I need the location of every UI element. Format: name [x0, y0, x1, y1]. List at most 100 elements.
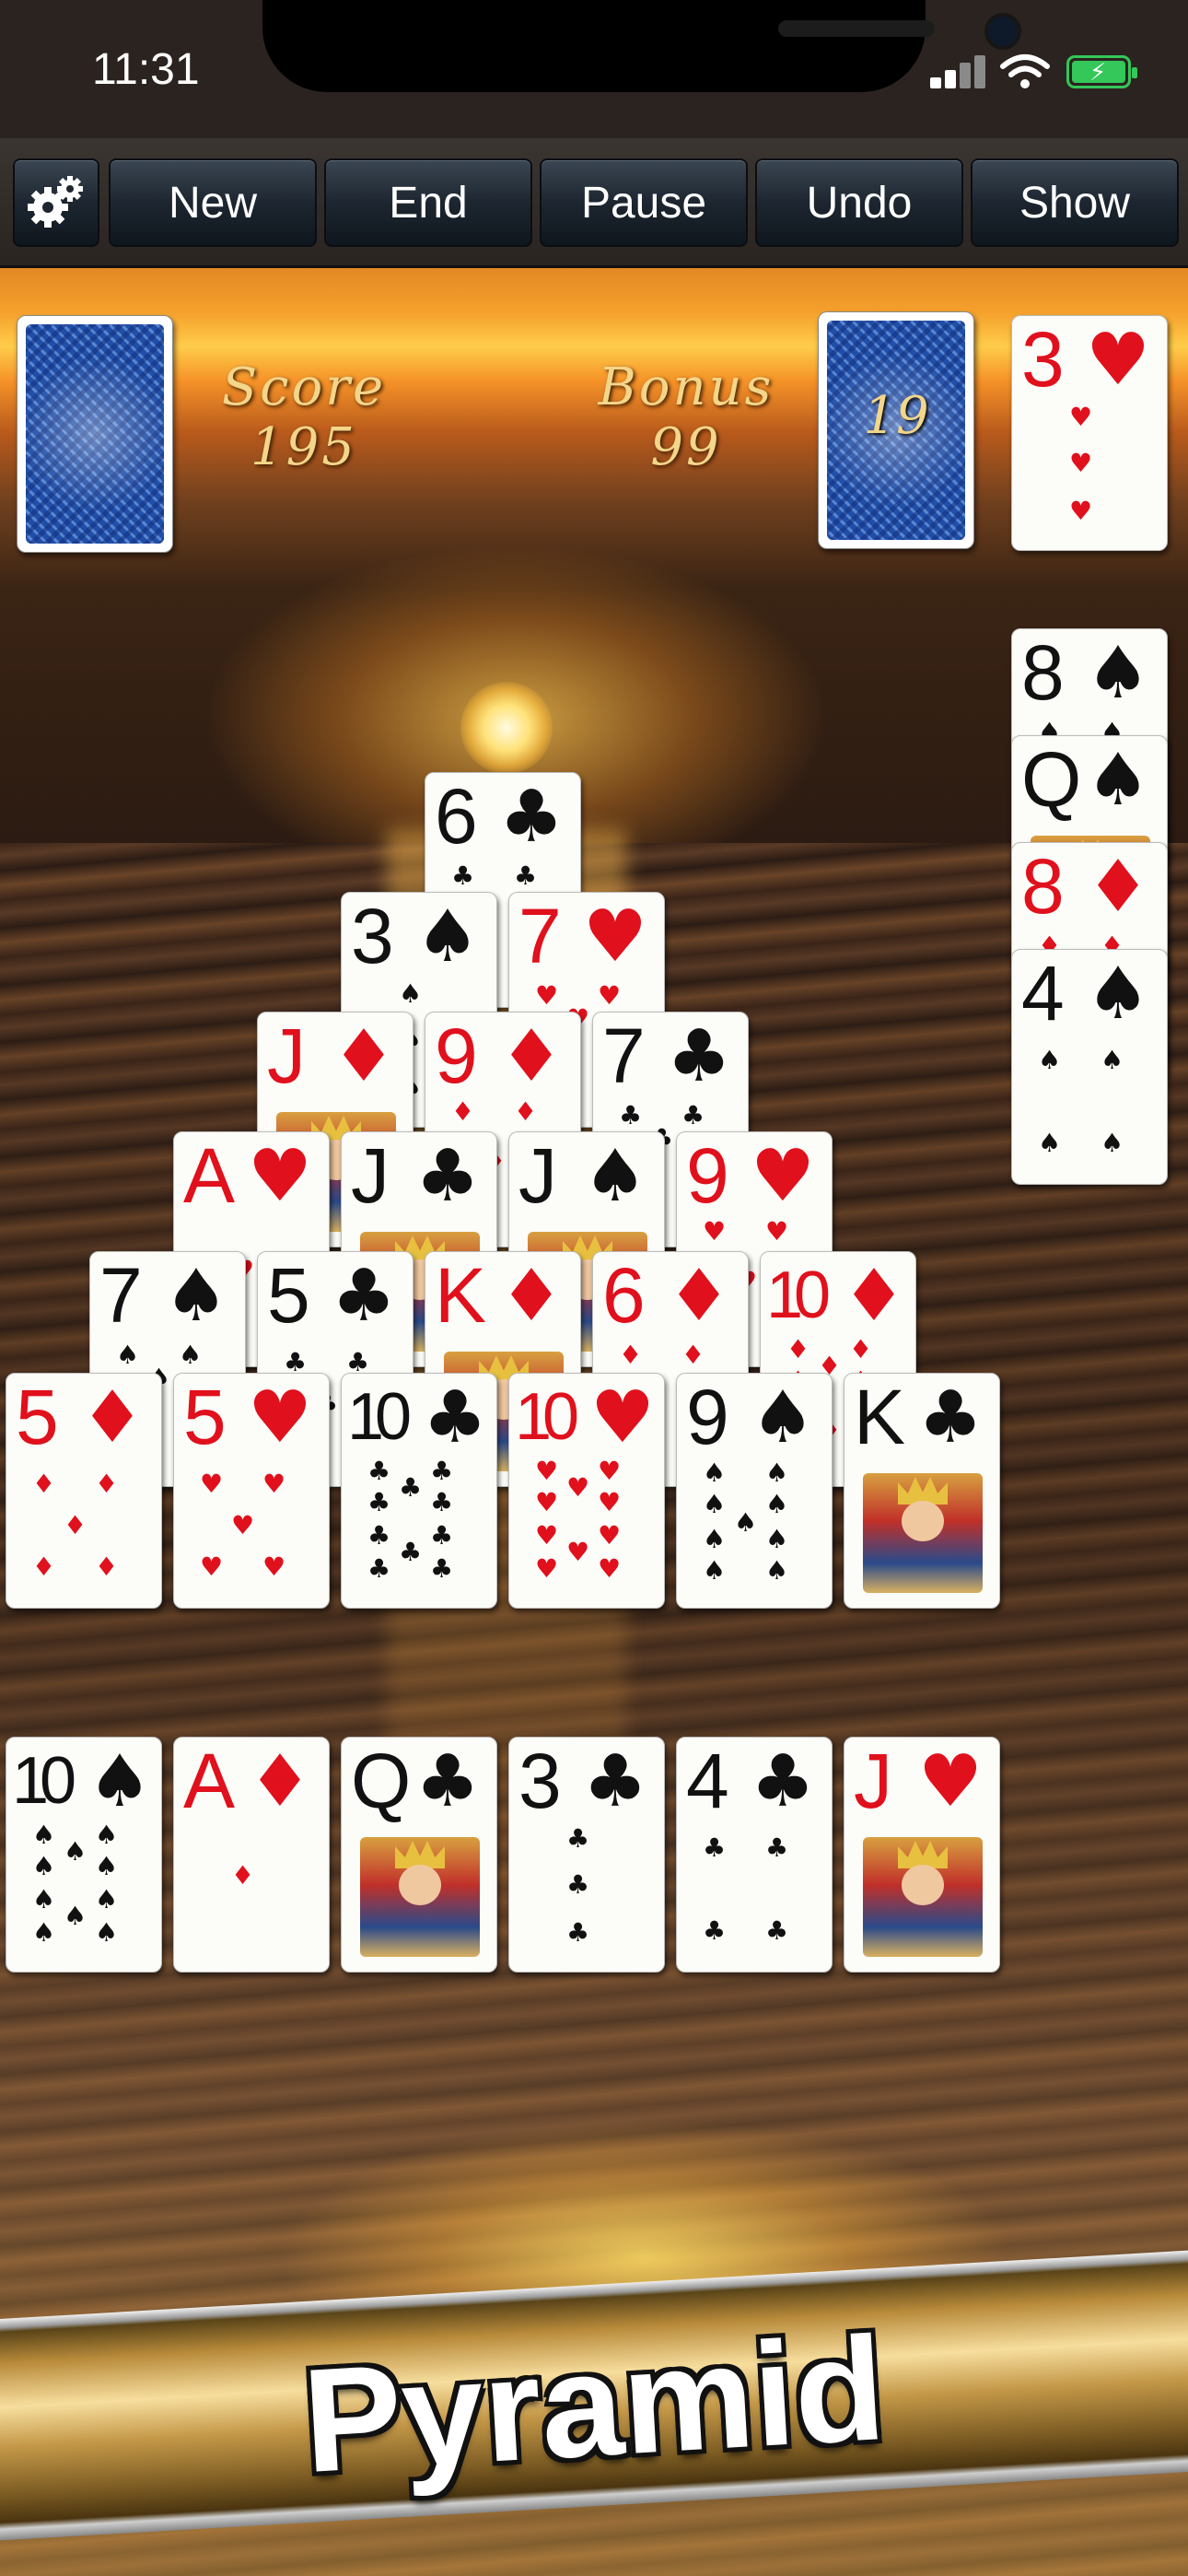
bottom-row-card[interactable]: 4 ♣ ♣ ♣ ♣ ♣: [676, 1737, 833, 1973]
card-rank: 9: [686, 1374, 729, 1460]
card-rank: 4: [1021, 950, 1065, 1036]
status-time: 11:31: [92, 45, 200, 94]
card-pip: ♠: [765, 1489, 789, 1519]
card-suit-icon: ♠: [1086, 739, 1150, 822]
face-card-portrait: [863, 1473, 983, 1593]
card-pip: ♣: [284, 1347, 308, 1377]
game-scene: 11:31 ⚡ New End Pause Undo Show Score 19…: [0, 0, 1188, 2576]
card-pip: ♣: [566, 1917, 590, 1948]
pyramid-card[interactable]: K ♣: [844, 1373, 1000, 1609]
card-suit-icon: ♥: [918, 1740, 983, 1823]
card-pip: ♠: [703, 1489, 727, 1519]
waste-card[interactable]: 3 ♥ ♥ ♥ ♥: [1011, 315, 1168, 551]
card-pip: ♣: [451, 861, 475, 891]
card-suit-icon: ♣: [918, 1376, 983, 1459]
new-button[interactable]: New: [109, 158, 317, 247]
card-rank: 4: [686, 1738, 729, 1824]
card-pip: ♠: [64, 1901, 87, 1931]
score-label: Score: [221, 357, 387, 417]
card-rank: 6: [602, 1252, 646, 1339]
card-pip: ♣: [566, 1869, 590, 1900]
card-rank: 7: [99, 1252, 143, 1339]
card-pip: ♠: [1101, 1128, 1124, 1158]
card-suit-icon: ♣: [332, 1255, 396, 1338]
card-pip: ♥: [231, 1510, 255, 1540]
card-pip: ♣: [346, 1347, 370, 1377]
card-rank: 8: [1021, 629, 1065, 716]
card-rank: 10: [12, 1744, 76, 1818]
card-suit-icon: ♦: [667, 1255, 731, 1338]
card-pip: ♥: [1069, 448, 1093, 478]
card-pip: ♠: [1101, 1045, 1124, 1075]
card-pip: ♠: [95, 1884, 119, 1914]
draw-pile[interactable]: [17, 315, 173, 553]
card-pip: ♣: [430, 1487, 454, 1517]
card-pip: ♠: [765, 1555, 789, 1586]
card-rank: 6: [435, 773, 478, 860]
card-pip: ♥: [1069, 496, 1093, 526]
card-suit-icon: ♥: [248, 1135, 312, 1218]
card-suit-icon: ♥: [1086, 319, 1150, 402]
bottom-row-card[interactable]: 10 ♠ ♠ ♠ ♠ ♠ ♠ ♠ ♠ ♠ ♠ ♠: [6, 1737, 162, 1973]
gear-icon: [28, 176, 83, 228]
pyramid-card[interactable]: 10 ♥ ♥ ♥ ♥ ♥ ♥ ♥ ♥ ♥ ♥ ♥: [508, 1373, 665, 1609]
pyramid-card[interactable]: 9 ♠ ♠ ♠ ♠ ♠ ♠ ♠ ♠ ♠ ♠: [676, 1373, 833, 1609]
pyramid-card[interactable]: 10 ♣ ♣ ♣ ♣ ♣ ♣ ♣ ♣ ♣ ♣ ♣: [341, 1373, 497, 1609]
card-suit-icon: ♦: [80, 1376, 145, 1459]
card-suit-icon: ♦: [842, 1255, 906, 1338]
settings-button[interactable]: [13, 158, 99, 247]
score-display: Score 195: [203, 357, 405, 477]
bottom-row-card[interactable]: Q ♣: [341, 1737, 497, 1973]
card-pip: ♥: [598, 1456, 622, 1486]
pyramid-card[interactable]: 5 ♦ ♦ ♦ ♦ ♦ ♦: [6, 1373, 162, 1609]
card-rank: K: [435, 1252, 486, 1339]
pause-button[interactable]: Pause: [540, 158, 748, 247]
speaker: [778, 20, 935, 37]
pyramid-card[interactable]: 5 ♥ ♥ ♥ ♥ ♥ ♥: [173, 1373, 330, 1609]
card-pip: ♠: [32, 1851, 56, 1881]
show-button[interactable]: Show: [971, 158, 1179, 247]
signal-icon: [930, 55, 987, 88]
card-suit-icon: ♥: [248, 1376, 312, 1459]
card-pip: ♣: [367, 1487, 391, 1517]
card-suit-icon: ♠: [1086, 953, 1150, 1036]
card-rank: 10: [515, 1380, 579, 1454]
card-suit-icon: ♥: [751, 1135, 815, 1218]
undo-button[interactable]: Undo: [755, 158, 963, 247]
card-suit-icon: ♠: [583, 1135, 647, 1218]
card-pip: ♠: [703, 1458, 727, 1488]
card-pip: ♣: [430, 1520, 454, 1551]
card-rank: 10: [766, 1259, 831, 1332]
card-pip: ♣: [765, 1915, 789, 1946]
card-suit-icon: ♣: [423, 1376, 487, 1459]
score-value: 195: [250, 417, 357, 477]
card-rank: 3: [518, 1738, 562, 1824]
card-pip: ♣: [703, 1832, 727, 1863]
card-rank: J: [351, 1132, 390, 1219]
card-pip: ♠: [765, 1458, 789, 1488]
bottom-row-card[interactable]: J ♥: [844, 1737, 1000, 1973]
card-pip: ♠: [1038, 1045, 1062, 1075]
card-suit-icon: ♦: [332, 1015, 396, 1098]
card-pip: ♠: [32, 1884, 56, 1914]
face-card-portrait: [360, 1837, 480, 1957]
card-pip: ♣: [430, 1553, 454, 1584]
camera: [984, 13, 1021, 50]
card-suit-icon: ♥: [590, 1376, 655, 1459]
card-suit-icon: ♣: [667, 1015, 731, 1098]
card-suit-icon: ♠: [751, 1376, 815, 1459]
end-button[interactable]: End: [324, 158, 532, 247]
card-suit-icon: ♣: [751, 1740, 815, 1823]
discard-card[interactable]: 4 ♠ ♠ ♠ ♠ ♠: [1011, 949, 1168, 1185]
stock-pile[interactable]: 19: [818, 311, 974, 549]
card-rank: 8: [1021, 843, 1065, 930]
card-pip: ♥: [598, 1520, 622, 1551]
card-pip: ♦: [786, 1334, 810, 1364]
card-pip: ♥: [262, 1551, 286, 1582]
bottom-row-card[interactable]: A ♦ ♦: [173, 1737, 330, 1973]
sun: [460, 682, 553, 774]
card-pip: ♣: [367, 1456, 391, 1486]
bottom-row-card[interactable]: 3 ♣ ♣ ♣ ♣: [508, 1737, 665, 1973]
card-pip: ♠: [703, 1524, 727, 1554]
card-suit-icon: ♣: [499, 776, 564, 859]
